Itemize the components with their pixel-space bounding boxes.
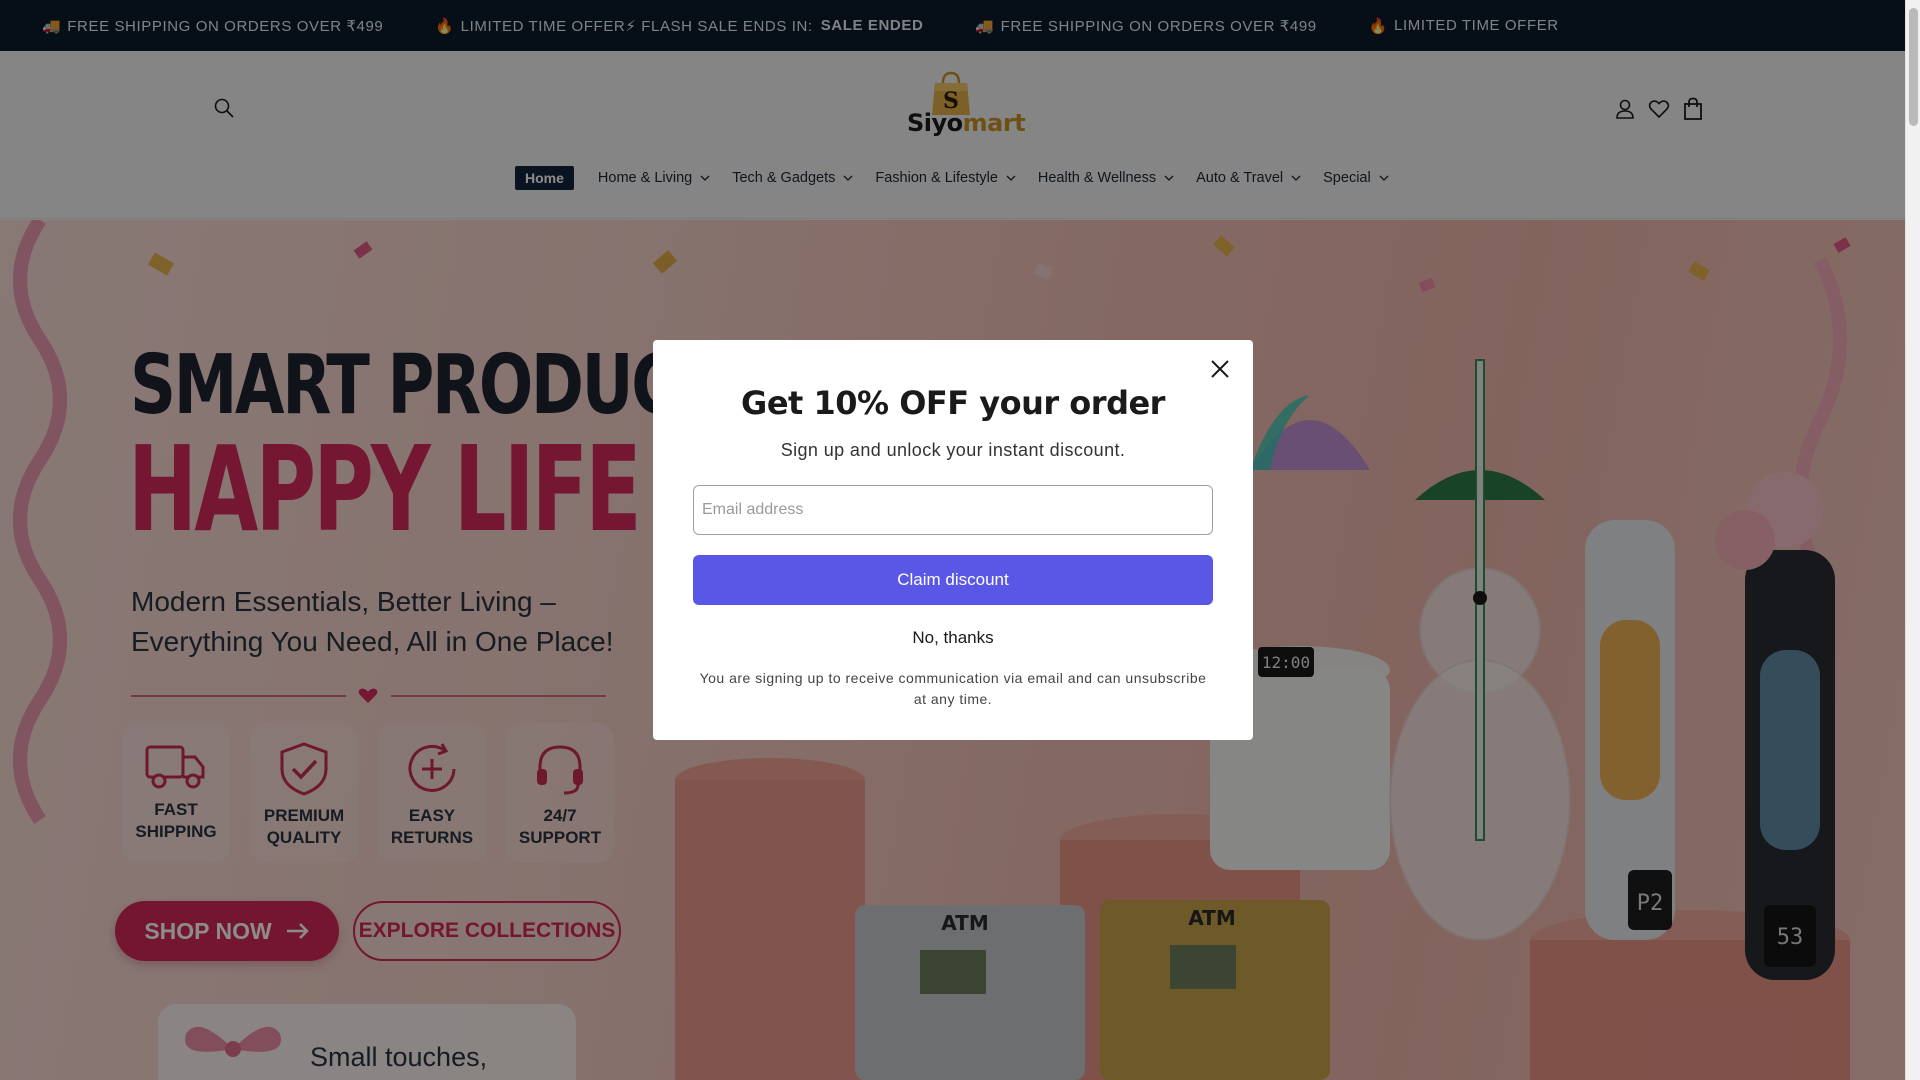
discount-popup: Get 10% OFF your order Sign up and unloc… bbox=[653, 340, 1253, 740]
no-thanks-button[interactable]: No, thanks bbox=[653, 628, 1253, 648]
claim-discount-button[interactable]: Claim discount bbox=[693, 555, 1213, 605]
close-button[interactable] bbox=[1203, 352, 1237, 386]
popup-subtitle: Sign up and unlock your instant discount… bbox=[780, 440, 1126, 460]
page-scrollbar[interactable] bbox=[1905, 0, 1920, 1080]
popup-fine-print: You are signing up to receive communicat… bbox=[699, 670, 1207, 707]
popup-title: Get 10% OFF your order bbox=[741, 384, 1165, 422]
close-icon bbox=[1211, 360, 1229, 378]
email-field[interactable] bbox=[693, 485, 1213, 535]
scrollbar-thumb[interactable] bbox=[1909, 8, 1918, 126]
